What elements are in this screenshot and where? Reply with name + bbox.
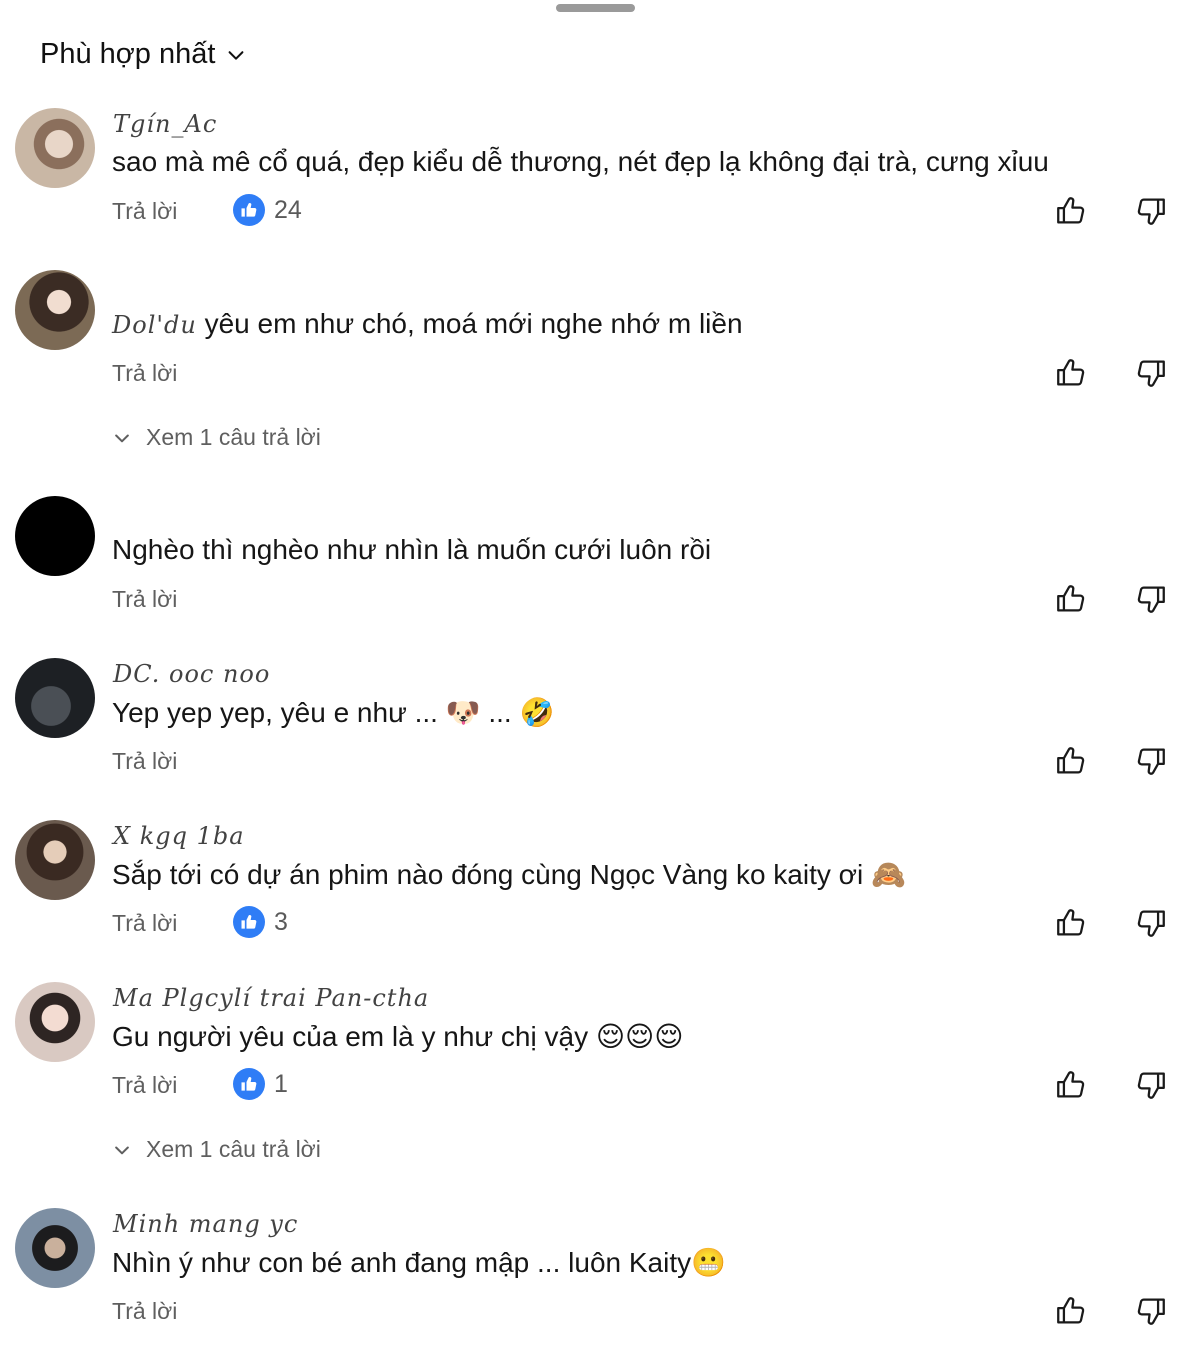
like-count: 1: [274, 1069, 288, 1098]
thumbs-up-icon[interactable]: [1054, 582, 1088, 616]
drag-handle[interactable]: [556, 4, 635, 12]
reply-button[interactable]: Trả lời: [112, 1298, 177, 1325]
avatar[interactable]: [15, 820, 95, 900]
chevron-down-icon: [115, 434, 129, 442]
avatar[interactable]: [15, 496, 95, 576]
username[interactable]: X kgq 1ba: [113, 822, 245, 850]
reply-button[interactable]: Trả lời: [112, 910, 177, 937]
thumbs-up-icon[interactable]: [1054, 356, 1088, 390]
avatar[interactable]: [15, 270, 95, 350]
comment-text: sao mà mê cổ quá, đẹp kiểu dễ thương, né…: [112, 146, 1049, 177]
thumbs-up-icon: [233, 1068, 265, 1100]
thumbs-up-icon[interactable]: [1054, 194, 1088, 228]
reply-button[interactable]: Trả lời: [112, 586, 177, 613]
chevron-down-icon: [115, 1146, 129, 1154]
comment-text: Dol'du yêu em như chó, moá mới nghe nhớ …: [112, 308, 743, 340]
thumbs-down-icon[interactable]: [1134, 356, 1168, 390]
sort-label: Phù hợp nhất: [40, 38, 216, 70]
thumbs-down-icon[interactable]: [1134, 906, 1168, 940]
username[interactable]: Ma Plgcylí trai Pan-ctha: [113, 984, 429, 1012]
thumbs-up-icon[interactable]: [1054, 906, 1088, 940]
like-count-badge: 1: [233, 1068, 288, 1100]
view-replies-label: Xem 1 câu trả lời: [146, 1136, 321, 1162]
avatar[interactable]: [15, 658, 95, 738]
thumbs-up-icon: [233, 194, 265, 226]
thumbs-down-icon[interactable]: [1134, 1068, 1168, 1102]
avatar[interactable]: [15, 1208, 95, 1288]
comment-text: Yep yep yep, yêu e như ... 🐶 ... 🤣: [112, 697, 555, 728]
like-count: 24: [274, 195, 302, 224]
thumbs-down-icon[interactable]: [1134, 194, 1168, 228]
reply-button[interactable]: Trả lời: [112, 360, 177, 387]
comment-body: yêu em như chó, moá mới nghe nhớ m liền: [204, 308, 743, 339]
comment-text: Gu người yêu của em là y như chị vậy 😌😌😌: [112, 1021, 684, 1052]
thumbs-down-icon[interactable]: [1134, 744, 1168, 778]
like-count-badge: 3: [233, 906, 288, 938]
thumbs-up-icon[interactable]: [1054, 744, 1088, 778]
thumbs-up-icon: [233, 906, 265, 938]
thumbs-up-icon[interactable]: [1054, 1294, 1088, 1328]
like-count-badge: 24: [233, 194, 302, 226]
username[interactable]: Minh mang yc: [113, 1210, 298, 1238]
reply-button[interactable]: Trả lời: [112, 1072, 177, 1099]
thumbs-down-icon[interactable]: [1134, 1294, 1168, 1328]
sort-dropdown[interactable]: Phù hợp nhất: [40, 38, 247, 71]
username[interactable]: Tgín_Ac: [113, 110, 217, 138]
username[interactable]: Dol'du: [112, 311, 197, 339]
view-replies-button[interactable]: Xem 1 câu trả lời: [112, 1136, 321, 1163]
like-count: 3: [274, 907, 288, 936]
comment-text: Nhìn ý như con bé anh đang mập ... luôn …: [112, 1247, 726, 1278]
chevron-down-icon: [229, 50, 244, 60]
thumbs-down-icon[interactable]: [1134, 582, 1168, 616]
avatar[interactable]: [15, 108, 95, 188]
comment-text: Nghèo thì nghèo như nhìn là muốn cưới lu…: [112, 534, 712, 565]
thumbs-up-icon[interactable]: [1054, 1068, 1088, 1102]
view-replies-button[interactable]: Xem 1 câu trả lời: [112, 424, 321, 451]
view-replies-label: Xem 1 câu trả lời: [146, 424, 321, 450]
avatar[interactable]: [15, 982, 95, 1062]
comment-text: Sắp tới có dự án phim nào đóng cùng Ngọc…: [112, 859, 906, 890]
reply-button[interactable]: Trả lời: [112, 748, 177, 775]
reply-button[interactable]: Trả lời: [112, 198, 177, 225]
username[interactable]: DC. ooc noo: [113, 660, 270, 688]
